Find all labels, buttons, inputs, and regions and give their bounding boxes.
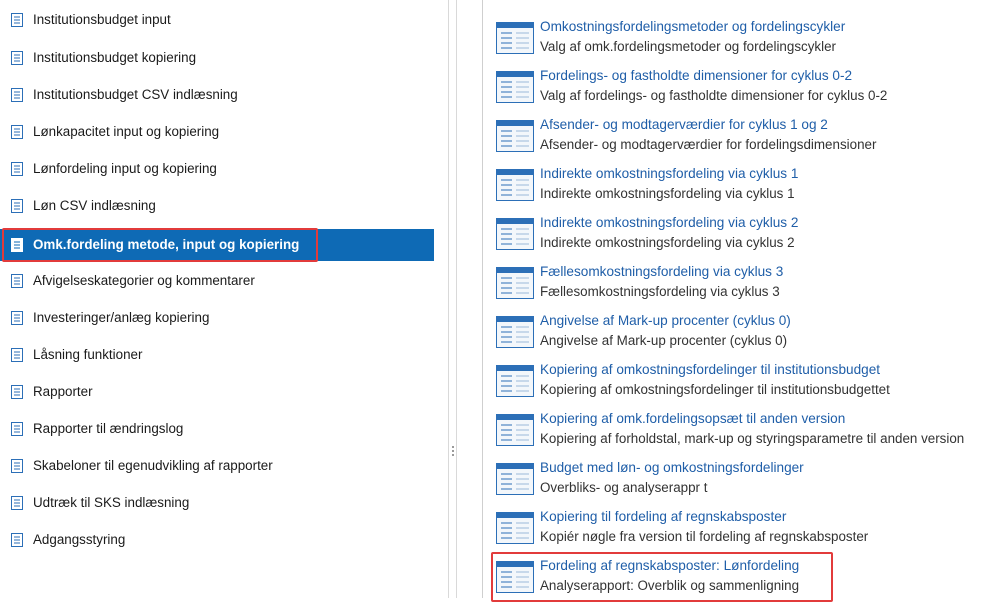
report-tile[interactable]: Kopiering af omkostningsfordelinger til … — [483, 353, 1000, 402]
report-tile[interactable]: Afsender- og modtagerværdier for cyklus … — [483, 108, 1000, 157]
report-icon — [496, 512, 534, 544]
report-icon — [496, 218, 534, 250]
nav-item-afvigelseskategorier[interactable]: Afvigelseskategorier og kommentarer — [0, 265, 434, 297]
report-icon — [496, 414, 534, 446]
report-tile[interactable]: Indirekte omkostningsfordeling via cyklu… — [483, 157, 1000, 206]
nav-item-label: Lønfordeling input og kopiering — [33, 161, 217, 176]
report-tile-highlighted[interactable]: Fordeling af regnskabsposter: Lønfordeli… — [483, 549, 1000, 598]
report-title-link[interactable]: Indirekte omkostningsfordeling via cyklu… — [540, 215, 798, 230]
report-title-link[interactable]: Kopiering af omk.fordelingsopsæt til and… — [540, 411, 845, 426]
document-icon — [11, 125, 23, 139]
nav-item-label: Investeringer/anlæg kopiering — [33, 310, 210, 325]
report-tile[interactable]: Omkostningsfordelingsmetoder og fordelin… — [483, 10, 1000, 59]
report-tile[interactable]: Indirekte omkostningsfordeling via cyklu… — [483, 206, 1000, 255]
nav-item-label: Institutionsbudget kopiering — [33, 50, 197, 65]
report-description: Kopiering af forholdstal, mark-up og sty… — [540, 431, 965, 446]
report-icon — [496, 561, 534, 593]
report-title-link[interactable]: Angivelse af Mark-up procenter (cyklus 0… — [540, 313, 791, 328]
nav-item-lonfordeling[interactable]: Lønfordeling input og kopiering — [0, 153, 434, 185]
nav-item-omk-fordeling[interactable]: Omk.fordeling metode, input og kopiering — [0, 229, 434, 261]
report-description: Valg af omk.fordelingsmetoder og fordeli… — [540, 39, 836, 54]
nav-item-institutionsbudget-csv[interactable]: Institutionsbudget CSV indlæsning — [0, 79, 434, 111]
report-description: Valg af fordelings- og fastholdte dimens… — [540, 88, 888, 103]
nav-item-institutionsbudget-kopiering[interactable]: Institutionsbudget kopiering — [0, 42, 434, 74]
splitter-grip-icon — [452, 446, 454, 460]
document-icon — [11, 422, 23, 436]
nav-item-label: Omk.fordeling metode, input og kopiering — [33, 237, 300, 252]
nav-item-lasning[interactable]: Låsning funktioner — [0, 339, 434, 371]
nav-item-label: Rapporter — [33, 384, 93, 399]
nav-item-investeringer[interactable]: Investeringer/anlæg kopiering — [0, 302, 434, 334]
report-description: Kopiering af omkostningsfordelinger til … — [540, 382, 890, 397]
report-description: Indirekte omkostningsfordeling via cyklu… — [540, 235, 795, 250]
report-title-link[interactable]: Fordelings- og fastholdte dimensioner fo… — [540, 68, 852, 83]
document-icon — [11, 13, 23, 27]
report-tile[interactable]: Angivelse af Mark-up procenter (cyklus 0… — [483, 304, 1000, 353]
document-icon — [11, 162, 23, 176]
report-list-panel: Omkostningsfordelingsmetoder og fordelin… — [482, 0, 1000, 598]
nav-item-label: Udtræk til SKS indlæsning — [33, 495, 190, 510]
report-tile[interactable]: Fordelings- og fastholdte dimensioner fo… — [483, 59, 1000, 108]
report-tile[interactable]: Kopiering af omk.fordelingsopsæt til and… — [483, 402, 1000, 451]
document-icon — [11, 238, 23, 252]
nav-item-label: Institutionsbudget input — [33, 12, 171, 27]
nav-item-label: Løn CSV indlæsning — [33, 198, 156, 213]
pane-splitter[interactable] — [448, 0, 457, 598]
report-description: Indirekte omkostningsfordeling via cyklu… — [540, 186, 795, 201]
report-tile[interactable]: Budget med løn- og omkostningsfordelinge… — [483, 451, 1000, 500]
report-icon — [496, 316, 534, 348]
report-description: Fællesomkostningsfordeling via cyklus 3 — [540, 284, 780, 299]
report-description: Angivelse af Mark-up procenter (cyklus 0… — [540, 333, 788, 348]
nav-item-udtraek-sks[interactable]: Udtræk til SKS indlæsning — [0, 487, 434, 519]
report-title-link[interactable]: Kopiering af omkostningsfordelinger til … — [540, 362, 880, 377]
document-icon — [11, 385, 23, 399]
nav-item-label: Lønkapacitet input og kopiering — [33, 124, 220, 139]
report-description: Afsender- og modtagerværdier for fordeli… — [540, 137, 877, 152]
report-icon — [496, 22, 534, 54]
report-tile[interactable]: Kopiering til fordeling af regnskabspost… — [483, 500, 1000, 549]
document-icon — [11, 274, 23, 288]
nav-item-lon-csv[interactable]: Løn CSV indlæsning — [0, 190, 434, 222]
document-icon — [11, 459, 23, 473]
nav-item-skabeloner[interactable]: Skabeloner til egenudvikling af rapporte… — [0, 450, 434, 482]
report-title-link[interactable]: Budget med løn- og omkostningsfordelinge… — [540, 460, 804, 475]
nav-item-label: Afvigelseskategorier og kommentarer — [33, 273, 255, 288]
report-icon — [496, 267, 534, 299]
document-icon — [11, 199, 23, 213]
document-icon — [11, 348, 23, 362]
nav-item-label: Institutionsbudget CSV indlæsning — [33, 87, 238, 102]
report-icon — [496, 365, 534, 397]
nav-item-label: Skabeloner til egenudvikling af rapporte… — [33, 458, 273, 473]
report-title-link[interactable]: Afsender- og modtagerværdier for cyklus … — [540, 117, 828, 132]
report-icon — [496, 120, 534, 152]
report-description: Overbliks- og analyserappr t — [540, 480, 708, 495]
nav-item-adgangsstyring[interactable]: Adgangsstyring — [0, 524, 434, 556]
report-title-link[interactable]: Fordeling af regnskabsposter: Lønfordeli… — [540, 558, 799, 573]
report-icon — [496, 71, 534, 103]
report-icon — [496, 169, 534, 201]
report-tile[interactable]: Fællesomkostningsfordeling via cyklus 3 … — [483, 255, 1000, 304]
nav-item-rapporter-aendringslog[interactable]: Rapporter til ændringslog — [0, 413, 434, 445]
nav-item-lonkapacitet[interactable]: Lønkapacitet input og kopiering — [0, 116, 434, 148]
document-icon — [11, 496, 23, 510]
report-title-link[interactable]: Omkostningsfordelingsmetoder og fordelin… — [540, 19, 845, 34]
report-icon — [496, 463, 534, 495]
document-icon — [11, 51, 23, 65]
report-title-link[interactable]: Indirekte omkostningsfordeling via cyklu… — [540, 166, 798, 181]
document-icon — [11, 533, 23, 547]
nav-item-rapporter[interactable]: Rapporter — [0, 376, 434, 408]
report-title-link[interactable]: Kopiering til fordeling af regnskabspost… — [540, 509, 786, 524]
report-description: Analyserapport: Overblik og sammenlignin… — [540, 578, 800, 593]
report-title-link[interactable]: Fællesomkostningsfordeling via cyklus 3 — [540, 264, 783, 279]
nav-item-label: Låsning funktioner — [33, 347, 143, 362]
document-icon — [11, 311, 23, 325]
document-icon — [11, 88, 23, 102]
nav-item-institutionsbudget-input[interactable]: Institutionsbudget input — [0, 4, 434, 36]
left-navigation: Institutionsbudget input Institutionsbud… — [0, 0, 436, 598]
report-description: Kopiér nøgle fra version til fordeling a… — [540, 529, 869, 544]
nav-item-label: Adgangsstyring — [33, 532, 126, 547]
nav-item-label: Rapporter til ændringslog — [33, 421, 184, 436]
